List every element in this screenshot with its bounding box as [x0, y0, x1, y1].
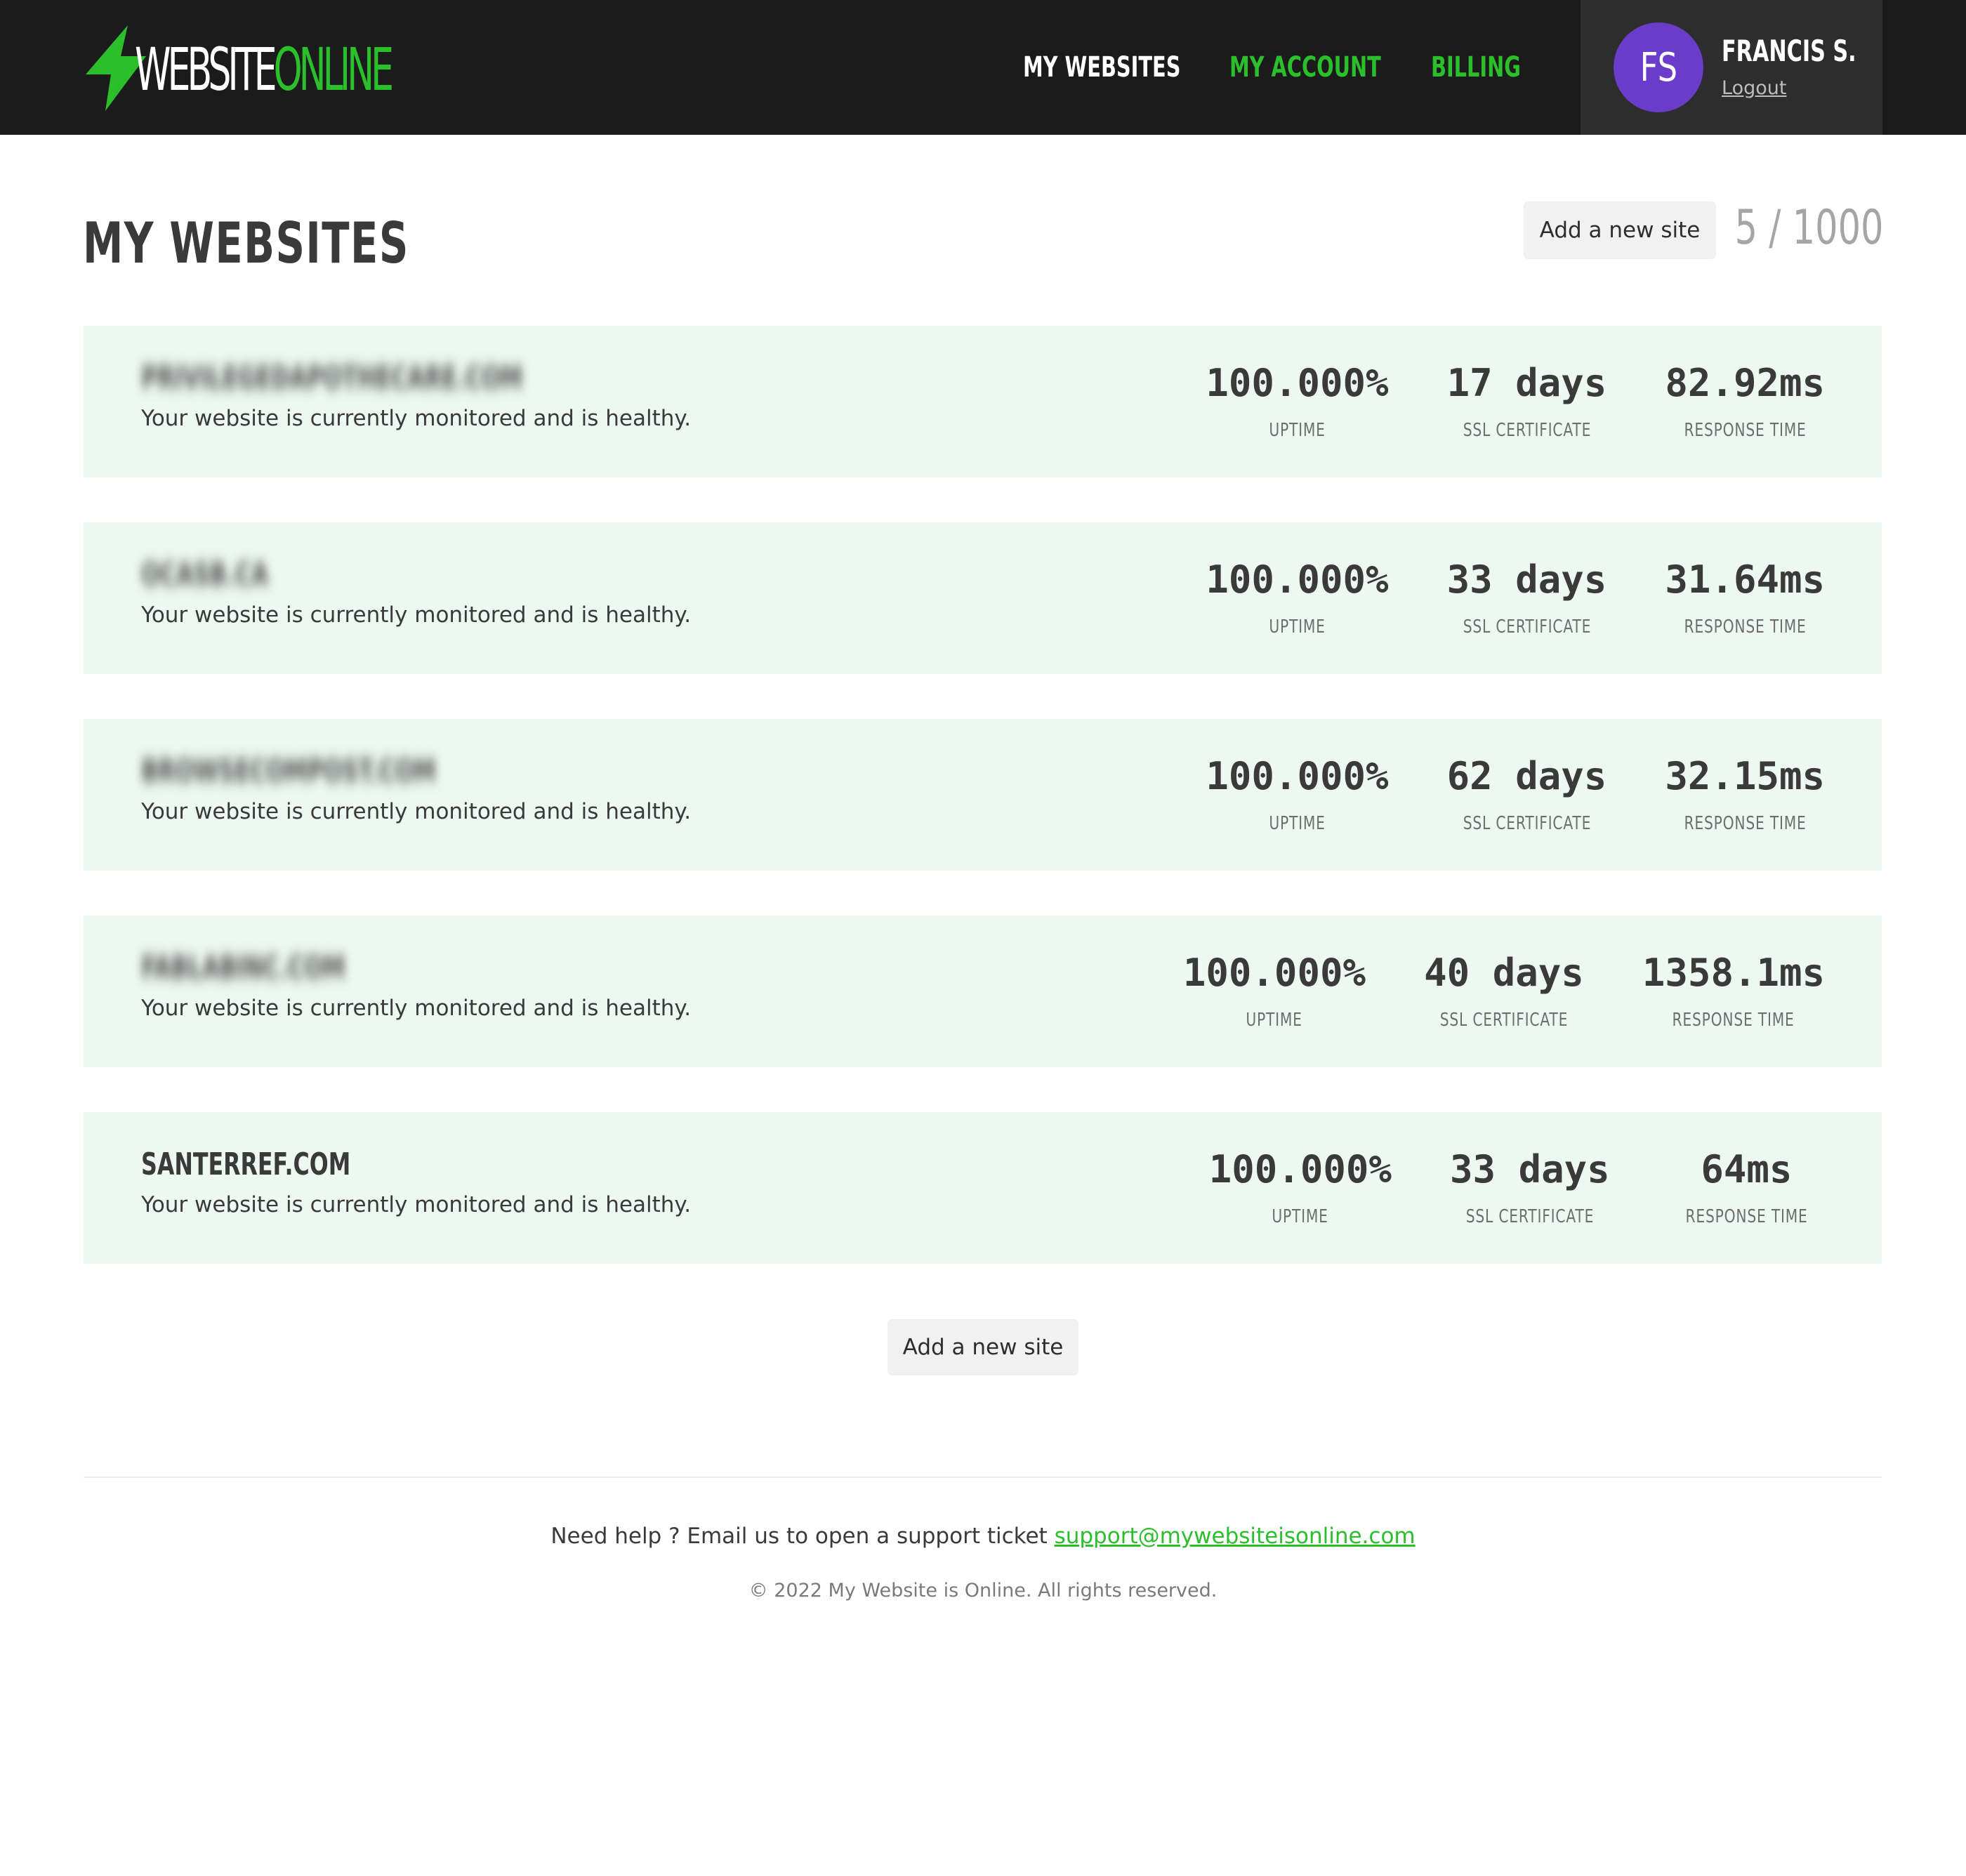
footer-divider — [84, 1477, 1882, 1478]
site-count: 5 / 1000 — [1734, 200, 1883, 256]
add-site-button[interactable]: Add a new site — [1524, 202, 1716, 259]
ssl-metric: 33 days SSL CERTIFICATE — [1420, 1147, 1640, 1227]
user-name: FRANCIS S. — [1722, 34, 1856, 68]
uptime-label: UPTIME — [1269, 616, 1326, 638]
uptime-value: 100.000% — [1206, 557, 1389, 602]
ssl-label: SSL CERTIFICATE — [1439, 1010, 1569, 1031]
uptime-value: 100.000% — [1206, 361, 1389, 405]
site-domain[interactable]: FABLABINC.COM — [141, 951, 345, 986]
site-status: Your website is currently monitored and … — [141, 996, 692, 1021]
response-value: 82.92ms — [1665, 361, 1825, 405]
logo-text-white: WEBSITE — [135, 35, 277, 104]
uptime-metric: 100.000% UPTIME — [1177, 557, 1416, 638]
uptime-value: 100.000% — [1182, 951, 1366, 995]
site-status: Your website is currently monitored and … — [141, 406, 692, 431]
ssl-label: SSL CERTIFICATE — [1463, 616, 1591, 638]
response-value: 1358.1ms — [1642, 951, 1825, 995]
site-domain[interactable]: OCASB.CA — [141, 557, 268, 593]
ssl-value: 33 days — [1446, 557, 1607, 602]
page-title: MY WEBSITES — [83, 211, 409, 276]
response-label: RESPONSE TIME — [1672, 1010, 1795, 1031]
copyright: © 2022 My Website is Online. All rights … — [748, 1580, 1218, 1601]
ssl-label: SSL CERTIFICATE — [1463, 813, 1591, 834]
response-metric: 32.15ms RESPONSE TIME — [1637, 754, 1825, 834]
site-metrics: 100.000% UPTIME 62 days SSL CERTIFICATE … — [1177, 754, 1825, 834]
avatar[interactable]: FS — [1614, 22, 1703, 112]
ssl-label: SSL CERTIFICATE — [1463, 420, 1591, 441]
uptime-value: 100.000% — [1208, 1147, 1392, 1191]
response-value: 64ms — [1701, 1147, 1793, 1191]
user-menu[interactable]: FS FRANCIS S. Logout — [1581, 0, 1882, 135]
uptime-metric: 100.000% UPTIME — [1177, 361, 1416, 441]
response-metric: 82.92ms RESPONSE TIME — [1637, 361, 1825, 441]
uptime-label: UPTIME — [1269, 420, 1326, 441]
top-header: WEBSITEONLINE MY WEBSITES MY ACCOUNT BIL… — [0, 0, 1966, 135]
uptime-metric: 100.000% UPTIME — [1181, 1147, 1420, 1227]
nav-billing[interactable]: BILLING — [1431, 49, 1521, 86]
response-metric: 31.64ms RESPONSE TIME — [1637, 557, 1825, 638]
ssl-metric: 62 days SSL CERTIFICATE — [1417, 754, 1637, 834]
support-prompt: Need help ? Email us to open a support t… — [550, 1524, 1055, 1549]
nav-my-account[interactable]: MY ACCOUNT — [1229, 49, 1381, 86]
site-metrics: 100.000% UPTIME 33 days SSL CERTIFICATE … — [1181, 1147, 1825, 1227]
site-domain[interactable]: BROWSECOMPOST.COM — [141, 754, 436, 789]
uptime-label: UPTIME — [1246, 1010, 1303, 1031]
avatar-initials: FS — [1640, 44, 1677, 91]
response-value: 32.15ms — [1665, 754, 1825, 798]
site-status: Your website is currently monitored and … — [141, 799, 692, 824]
uptime-value: 100.000% — [1206, 754, 1389, 798]
ssl-metric: 33 days SSL CERTIFICATE — [1417, 557, 1637, 638]
site-domain[interactable]: SANTERREF.COM — [141, 1147, 350, 1182]
response-metric: 64ms RESPONSE TIME — [1640, 1147, 1825, 1227]
site-card[interactable]: OCASB.CA Your website is currently monit… — [84, 522, 1882, 674]
ssl-metric: 17 days SSL CERTIFICATE — [1417, 361, 1637, 441]
ssl-value: 62 days — [1446, 754, 1607, 798]
site-card[interactable]: BROWSECOMPOST.COM Your website is curren… — [84, 719, 1882, 871]
response-label: RESPONSE TIME — [1684, 813, 1807, 834]
uptime-label: UPTIME — [1269, 813, 1326, 834]
uptime-label: UPTIME — [1272, 1206, 1329, 1227]
ssl-value: 40 days — [1424, 951, 1584, 995]
support-text: Need help ? Email us to open a support t… — [0, 1524, 1966, 1549]
logo-text-green: ONLINE — [273, 35, 394, 104]
site-card[interactable]: PRIVILEGEDAPOTHECARE.COM Your website is… — [84, 326, 1882, 477]
response-label: RESPONSE TIME — [1684, 616, 1807, 638]
logout-link[interactable]: Logout — [1722, 77, 1786, 99]
uptime-metric: 100.000% UPTIME — [1155, 951, 1394, 1031]
ssl-label: SSL CERTIFICATE — [1465, 1206, 1595, 1227]
response-label: RESPONSE TIME — [1684, 420, 1807, 441]
site-metrics: 100.000% UPTIME 33 days SSL CERTIFICATE … — [1177, 557, 1825, 638]
ssl-value: 33 days — [1450, 1147, 1610, 1191]
nav-my-websites[interactable]: MY WEBSITES — [1023, 49, 1180, 86]
site-domain[interactable]: PRIVILEGEDAPOTHECARE.COM — [141, 361, 522, 396]
site-card[interactable]: SANTERREF.COM Your website is currently … — [84, 1112, 1882, 1264]
site-status: Your website is currently monitored and … — [141, 1192, 692, 1217]
ssl-value: 17 days — [1446, 361, 1607, 405]
response-label: RESPONSE TIME — [1685, 1206, 1808, 1227]
response-value: 31.64ms — [1665, 557, 1825, 602]
site-card[interactable]: FABLABINC.COM Your website is currently … — [84, 916, 1882, 1067]
ssl-metric: 40 days SSL CERTIFICATE — [1394, 951, 1614, 1031]
response-metric: 1358.1ms RESPONSE TIME — [1614, 951, 1825, 1031]
site-status: Your website is currently monitored and … — [141, 602, 692, 628]
add-site-button-bottom[interactable]: Add a new site — [888, 1319, 1078, 1375]
site-metrics: 100.000% UPTIME 40 days SSL CERTIFICATE … — [1155, 951, 1825, 1031]
site-metrics: 100.000% UPTIME 17 days SSL CERTIFICATE … — [1177, 361, 1825, 441]
support-email-link[interactable]: support@mywebsiteisonline.com — [1055, 1524, 1416, 1549]
site-list: PRIVILEGEDAPOTHECARE.COM Your website is… — [84, 326, 1882, 1309]
logo-wordmark: WEBSITEONLINE — [135, 35, 394, 104]
uptime-metric: 100.000% UPTIME — [1177, 754, 1416, 834]
